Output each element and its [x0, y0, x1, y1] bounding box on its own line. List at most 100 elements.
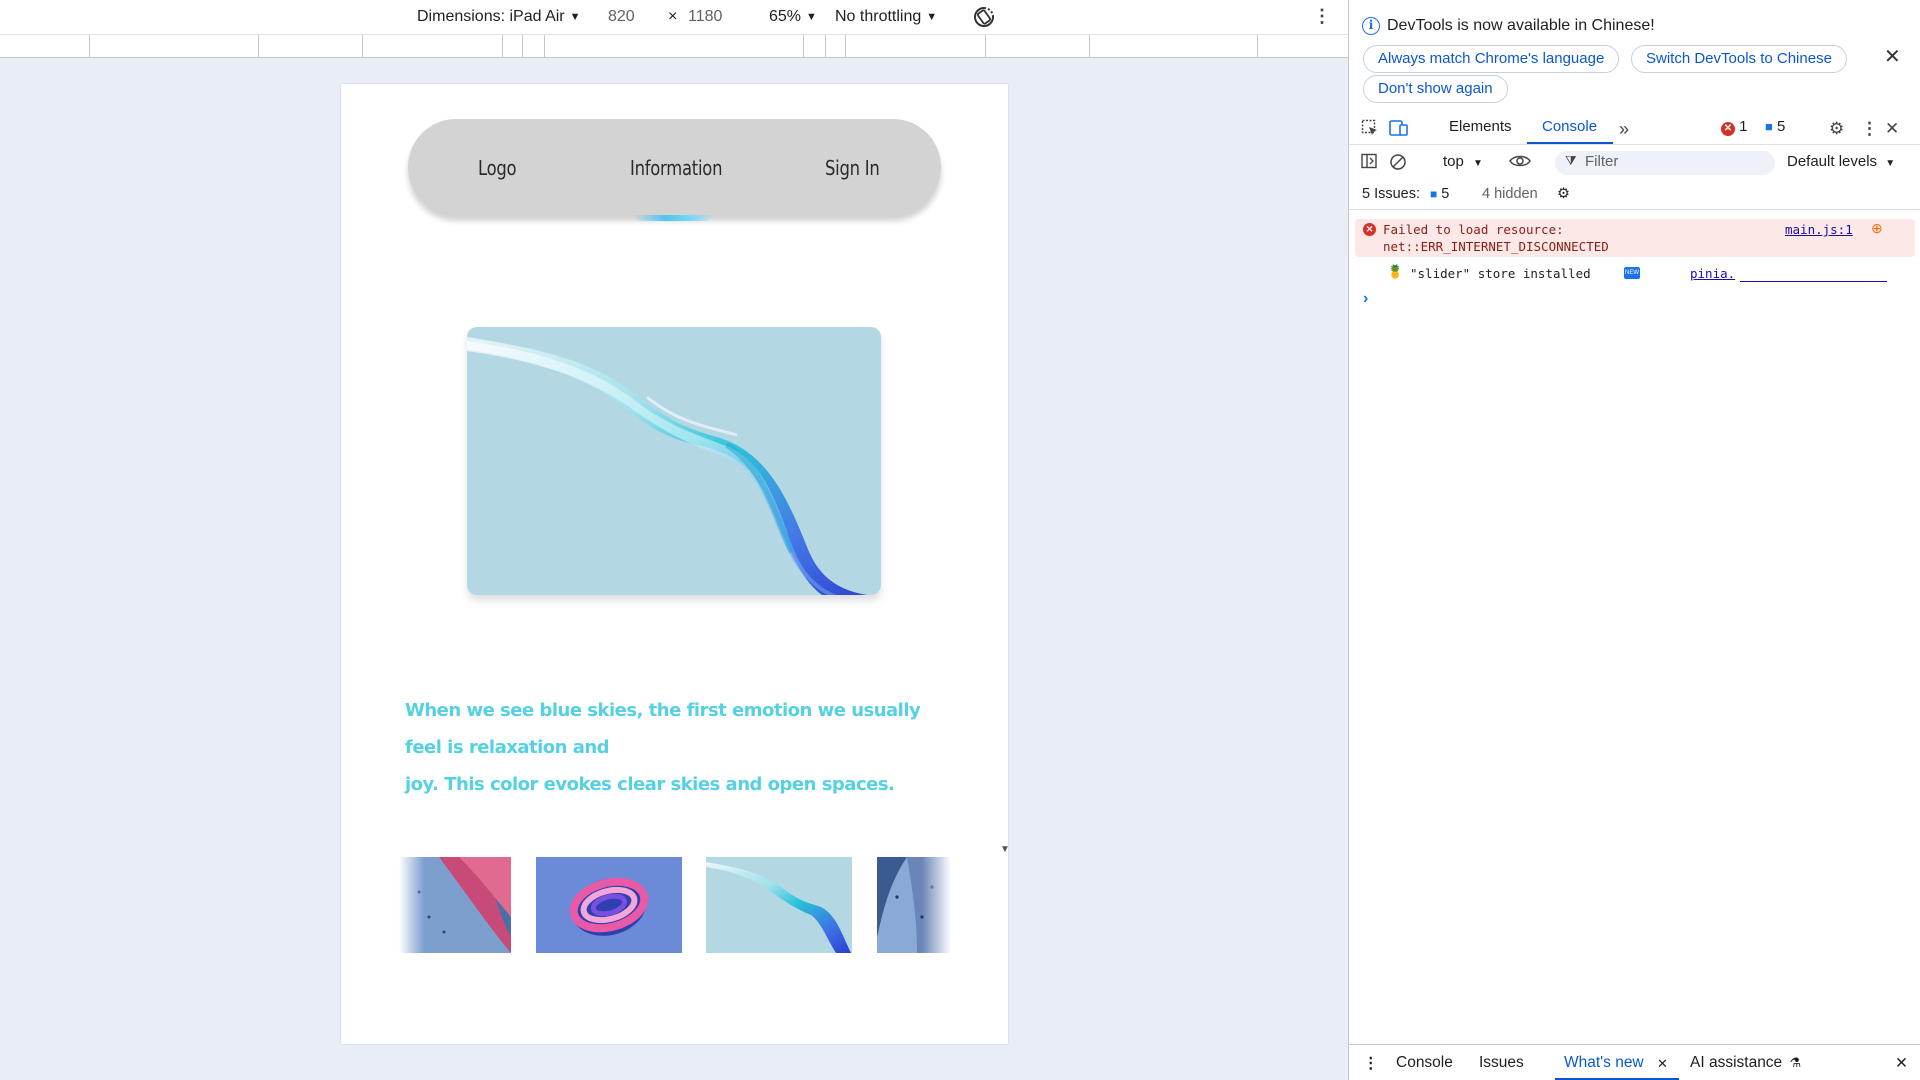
zoom-dropdown[interactable]: 65% ▼	[769, 7, 817, 27]
dimensions-dropdown[interactable]: Dimensions: iPad Air ▼	[417, 7, 581, 27]
zoom-label: 65%	[769, 8, 802, 25]
width-input[interactable]: 820	[608, 7, 635, 27]
log-source-underline	[1740, 281, 1887, 282]
context-dropdown[interactable]: top ▼	[1443, 153, 1483, 170]
filter-placeholder: Filter	[1585, 153, 1619, 170]
issues-summary: 5 Issues: ■ 5 4 hidden ⚙	[1349, 182, 1920, 210]
inspect-element-icon[interactable]	[1361, 119, 1379, 142]
pinia-pineapple-icon: 🍍	[1387, 264, 1404, 279]
nav-active-indicator	[633, 215, 713, 221]
always-match-language-button[interactable]: Always match Chrome's language	[1363, 45, 1620, 73]
active-tab-underline	[1527, 142, 1613, 144]
media-query-ruler	[0, 34, 1348, 58]
hero-image	[467, 327, 881, 595]
close-tab-icon[interactable]: ✕	[1657, 1056, 1668, 1072]
caption-line-1: When we see blue skies, the first emotio…	[405, 700, 921, 758]
close-icon[interactable]: ✕	[1884, 44, 1901, 69]
throttling-dropdown[interactable]: No throttling ▼	[835, 7, 937, 27]
devtools-panel: i DevTools is now available in Chinese! …	[1348, 0, 1920, 1080]
thumbnail-2[interactable]	[536, 857, 682, 953]
throttling-label: No throttling	[835, 8, 922, 25]
dont-show-again-button[interactable]: Don't show again	[1363, 75, 1508, 103]
error-message-line-1: Failed to load resource:	[1383, 222, 1564, 237]
settings-gear-icon[interactable]: ⚙	[1829, 119, 1844, 139]
issues-count-link[interactable]: ■ 5	[1430, 186, 1449, 202]
console-filterbar: top ▼ ⧩ Filter Default levels ▼	[1349, 148, 1920, 178]
clear-console-icon[interactable]	[1389, 153, 1407, 175]
more-options-icon[interactable]: ⋮	[1861, 119, 1878, 139]
scroll-down-arrow-icon[interactable]: ▼	[1000, 844, 1010, 855]
filter-input[interactable]: ⧩ Filter	[1555, 151, 1775, 175]
chevron-down-icon: ▼	[806, 11, 817, 23]
log-source-link[interactable]: pinia.	[1690, 266, 1735, 281]
message-count: 5	[1777, 118, 1786, 135]
height-input[interactable]: 1180	[688, 7, 722, 27]
hidden-issues: 4 hidden	[1482, 186, 1538, 202]
device-toggle-icon[interactable]	[1389, 119, 1409, 142]
thumbnail-4[interactable]	[877, 857, 951, 953]
error-counter[interactable]: ✕ 1	[1721, 118, 1748, 136]
more-options-icon[interactable]: ⋮	[1313, 6, 1331, 26]
issues-label: 5 Issues:	[1362, 186, 1421, 202]
log-levels-dropdown[interactable]: Default levels ▼	[1787, 153, 1895, 170]
issues-count: 5	[1441, 186, 1450, 202]
error-message-line-2: net::ERR_INTERNET_DISCONNECTED	[1383, 239, 1609, 254]
live-expression-eye-icon[interactable]	[1509, 153, 1531, 173]
site-navbar: Logo Information Sign In	[408, 119, 941, 215]
tab-elements[interactable]: Elements	[1449, 118, 1512, 135]
chevron-down-icon: ▼	[569, 11, 581, 23]
caption-line-2: joy. This color evokes clear skies and o…	[405, 774, 895, 795]
console-error-row: ✕ Failed to load resource: net::ERR_INTE…	[1355, 219, 1915, 257]
more-tabs-icon[interactable]: »	[1619, 119, 1629, 140]
nav-logo[interactable]: Logo	[478, 155, 517, 181]
close-devtools-icon[interactable]: ✕	[1885, 119, 1899, 139]
drawer-tab-console[interactable]: Console	[1396, 1054, 1453, 1072]
error-count: 1	[1739, 118, 1748, 135]
language-infobar: i DevTools is now available in Chinese! …	[1349, 0, 1920, 110]
filter-funnel-icon: ⧩	[1565, 153, 1577, 168]
times-symbol: ×	[668, 8, 678, 25]
info-icon: i	[1362, 17, 1380, 35]
device-emulation-area: Dimensions: iPad Air ▼ 820 × 1180 65% ▼ No…	[0, 0, 1348, 1080]
error-icon: ✕	[1721, 122, 1735, 136]
device-toolbar: Dimensions: iPad Air ▼ 820 × 1180 65% ▼ No…	[0, 0, 1348, 34]
console-prompt[interactable]: ›	[1363, 290, 1368, 308]
error-icon: ✕	[1363, 223, 1376, 236]
nav-sign-in[interactable]: Sign In	[825, 155, 880, 181]
nav-information[interactable]: Information	[630, 155, 722, 181]
ai-assistance-label: AI assistance	[1690, 1054, 1783, 1071]
message-counter[interactable]: ■ 5	[1765, 118, 1785, 135]
drawer-tab-whats-new[interactable]: What's new	[1564, 1054, 1644, 1072]
message-icon: ■	[1765, 119, 1773, 134]
switch-to-chinese-button[interactable]: Switch DevTools to Chinese	[1631, 45, 1847, 73]
console-log-row: 🍍 "slider" store installed NEW pinia.	[1355, 262, 1915, 286]
chevron-down-icon: ▼	[1885, 158, 1896, 169]
dimensions-label: Dimensions: iPad Air	[417, 8, 565, 25]
caption-text: When we see blue skies, the first emotio…	[405, 692, 950, 803]
device-viewport: Logo Information Sign In When we see blu…	[341, 84, 1008, 1044]
close-drawer-icon[interactable]: ✕	[1895, 1054, 1908, 1073]
thumbnail-3[interactable]	[706, 857, 852, 953]
drawer-tab-issues[interactable]: Issues	[1479, 1054, 1524, 1072]
chevron-down-icon: ▼	[926, 11, 938, 23]
rotate-icon[interactable]	[972, 5, 996, 27]
context-label: top	[1443, 153, 1464, 170]
flask-icon: ⚗	[1789, 1055, 1802, 1070]
message-icon: ■	[1430, 187, 1438, 201]
log-levels-label: Default levels	[1787, 153, 1878, 170]
tab-console[interactable]: Console	[1542, 118, 1597, 135]
log-message: "slider" store installed	[1410, 266, 1591, 281]
issues-settings-gear-icon[interactable]: ⚙	[1557, 186, 1570, 202]
chevron-down-icon: ▼	[1473, 158, 1483, 169]
new-badge-icon: NEW	[1624, 267, 1640, 279]
network-icon[interactable]: ⊕	[1871, 220, 1883, 237]
drawer-tab-ai-assistance[interactable]: AI assistance ⚗	[1690, 1054, 1801, 1072]
drawer-tabbar: ⋮ Console Issues What's new ✕ AI assista…	[1349, 1044, 1920, 1080]
sidebar-toggle-icon[interactable]	[1361, 153, 1377, 173]
devtools-tabbar: Elements Console » ✕ 1 ■ 5 ⚙ ⋮ ✕	[1349, 113, 1920, 145]
thumbnail-1[interactable]	[399, 857, 511, 953]
drawer-menu-icon[interactable]: ⋮	[1363, 1054, 1379, 1073]
error-source-link[interactable]: main.js:1	[1785, 222, 1853, 237]
thumbnail-slider	[399, 857, 951, 955]
infobar-message: DevTools is now available in Chinese!	[1387, 17, 1655, 34]
